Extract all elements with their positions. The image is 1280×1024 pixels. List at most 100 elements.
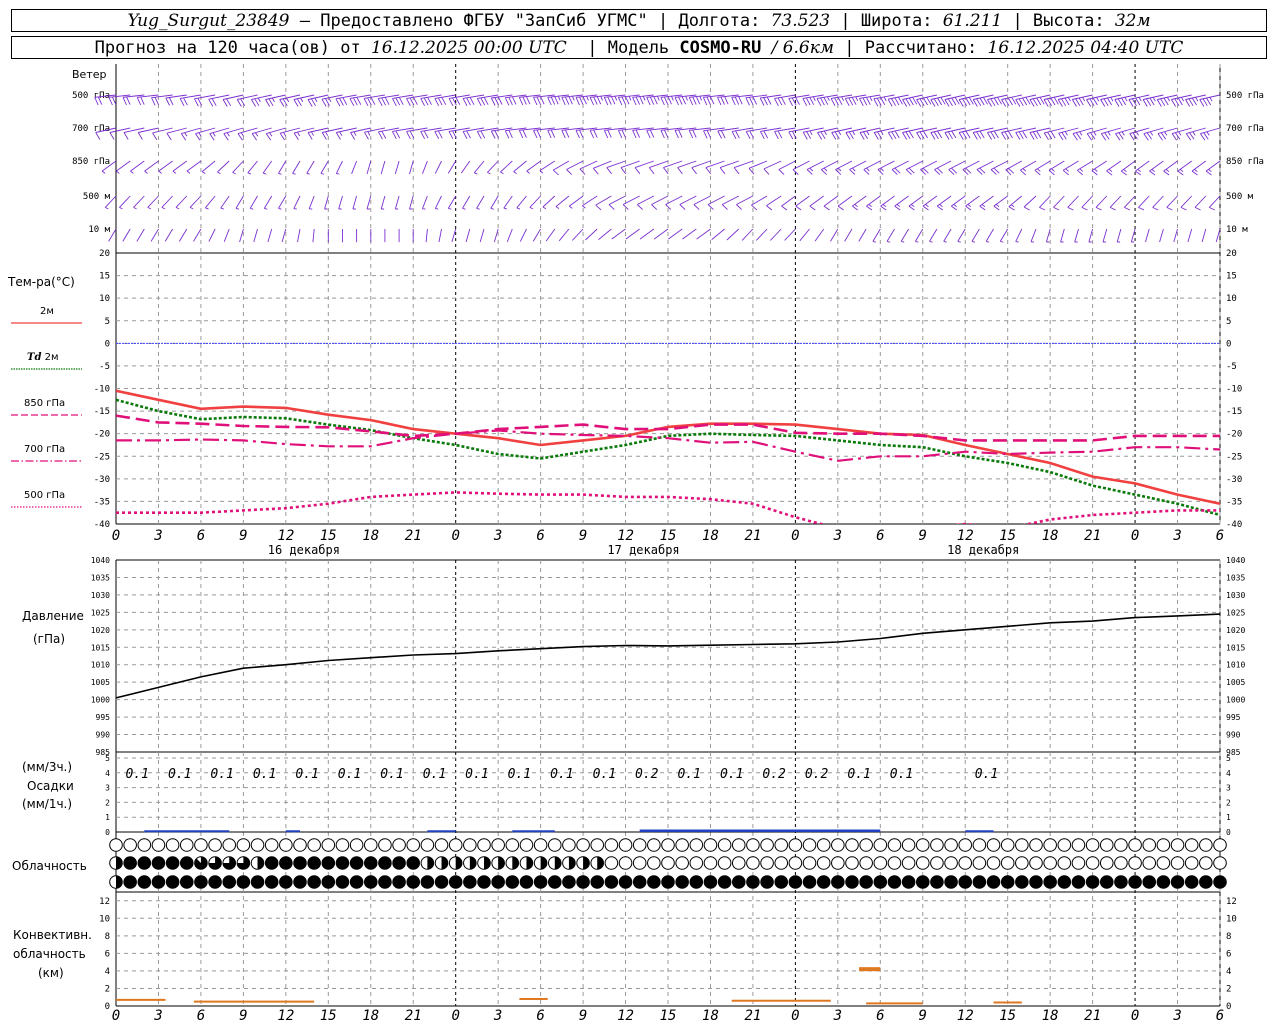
wind-barb (338, 195, 343, 210)
cloud-symbol-high (250, 838, 265, 852)
precip-3h-label: 0.1 (253, 767, 276, 782)
wind-barb (1045, 228, 1051, 243)
cloud-fill-low (180, 875, 194, 889)
temp-x-tick-label: 0 (1131, 528, 1139, 544)
cloud-symbol-high (689, 838, 704, 852)
temp-x-tick-label: 21 (405, 528, 422, 544)
wind-barb (736, 195, 754, 210)
wind-barb (555, 195, 570, 209)
wind-barb (490, 195, 499, 210)
precip-3h-label: 0.1 (338, 767, 361, 782)
pressure-y-tick-label-right: 1005 (1226, 678, 1245, 687)
conv-x-tick-label: 21 (405, 1008, 422, 1024)
wind-barb (571, 228, 584, 241)
wind-barb (622, 195, 640, 210)
wind-barb (595, 195, 612, 211)
date-label: 18 декабря (947, 543, 1019, 557)
cloud-symbol-high (774, 838, 789, 852)
wind-barb (220, 195, 230, 210)
cloud-symbol-high (958, 838, 973, 852)
pressure-y-tick-label: 1030 (91, 591, 110, 600)
temp-x-tick-label: 6 (197, 528, 205, 544)
wind-barb (566, 160, 584, 175)
wind-barb (335, 160, 343, 175)
pressure-y-tick-label: 995 (96, 713, 111, 722)
wind-barb (1199, 94, 1221, 107)
cloud-fill-low (506, 875, 519, 889)
wind-barb (866, 195, 881, 211)
wind-barb (490, 127, 513, 139)
wind-barb (1008, 195, 1023, 211)
cloud-fill-low (265, 875, 278, 889)
cloud-symbol-middle (788, 856, 803, 870)
temp-y-tick-label: -30 (94, 475, 110, 485)
temp-x-tick-label: 3 (493, 528, 502, 544)
cloud-symbol-high (1057, 838, 1072, 852)
wind-level-label: 700 гПа (72, 124, 110, 134)
wind-barb (1180, 195, 1193, 211)
conv-y-tick-label-right: 10 (1226, 914, 1237, 924)
temp-y-tick-label-right: 20 (1226, 249, 1237, 259)
wind-barb (1109, 195, 1122, 211)
wind-barb (281, 228, 287, 243)
temp-x-tick-label: 18 (1042, 528, 1059, 544)
temp-series-t2m (116, 389, 1220, 505)
cloud-fill-middle (180, 856, 194, 870)
cloud-fill-low (491, 875, 505, 889)
cloud-fill-low (930, 875, 944, 889)
wind-barb (726, 228, 740, 241)
temp-x-tick-label: 15 (320, 528, 337, 544)
temp-y-tick-label-right: -40 (1226, 520, 1242, 530)
cloud-symbol-high (802, 838, 817, 852)
cloud-symbol-high (491, 838, 505, 852)
cloud-fill-low (1001, 875, 1014, 889)
wind-barb (598, 228, 612, 240)
cloud-fill-low (1213, 875, 1227, 889)
wind-barb (306, 160, 315, 175)
precip-3h-label: 0.1 (593, 767, 616, 782)
cloud-symbol-middle (1199, 856, 1213, 870)
cloud-fill-middle (350, 856, 363, 870)
wind-barb (721, 195, 740, 210)
cloud-symbol-high (1085, 838, 1100, 852)
wind-barb (1067, 195, 1079, 211)
pressure-y-tick-label: 1015 (91, 643, 110, 652)
wind-barb (1123, 195, 1136, 211)
pressure-y-tick-label-right: 1000 (1226, 696, 1245, 705)
cloud-fill-low (690, 875, 703, 889)
cloud-symbol-high (604, 838, 619, 852)
wind-barb (392, 94, 414, 107)
wind-barb (809, 195, 824, 211)
conv-x-tick-label: 18 (1042, 1008, 1059, 1024)
cloud-symbol-high (1114, 838, 1128, 852)
wind-barb (552, 160, 570, 176)
wind-barb (1135, 160, 1150, 176)
temp-x-tick-label: 18 (362, 528, 379, 544)
temp-y-tick-label-right: 0 (1226, 339, 1231, 349)
cloud-fill-low (251, 875, 264, 889)
wind-barb (1053, 195, 1065, 211)
cloud-fill-low (208, 875, 222, 889)
cloud-fill-low (746, 875, 760, 889)
wind-barb (717, 127, 739, 139)
cloud-fill-middle (279, 856, 293, 870)
cloud-symbol-high (547, 838, 562, 852)
precip-y-tick-label-right: 3 (1226, 784, 1231, 793)
conv-x-tick-label: 0 (791, 1008, 799, 1024)
wind-barb (247, 160, 258, 175)
cloud-symbol-high (165, 838, 180, 852)
cloud-symbol-middle (845, 856, 859, 870)
cloud-symbol-high (363, 838, 378, 852)
cloud-fill-middle (568, 856, 576, 870)
wind-barb (1163, 160, 1178, 176)
cloud-symbol-middle (731, 856, 746, 870)
pressure-y-tick-label-right: 1025 (1226, 608, 1245, 617)
cloud-symbol-middle (802, 856, 817, 870)
cloud-fill-low (307, 875, 321, 889)
precip-y-tick-label: 5 (105, 754, 110, 763)
conv-y-tick-label-right: 4 (1226, 967, 1231, 977)
temp-x-tick-label: 9 (579, 528, 587, 544)
conv-x-tick-label: 21 (1084, 1008, 1101, 1024)
wind-barb (380, 195, 386, 210)
wind-barb (770, 228, 782, 241)
